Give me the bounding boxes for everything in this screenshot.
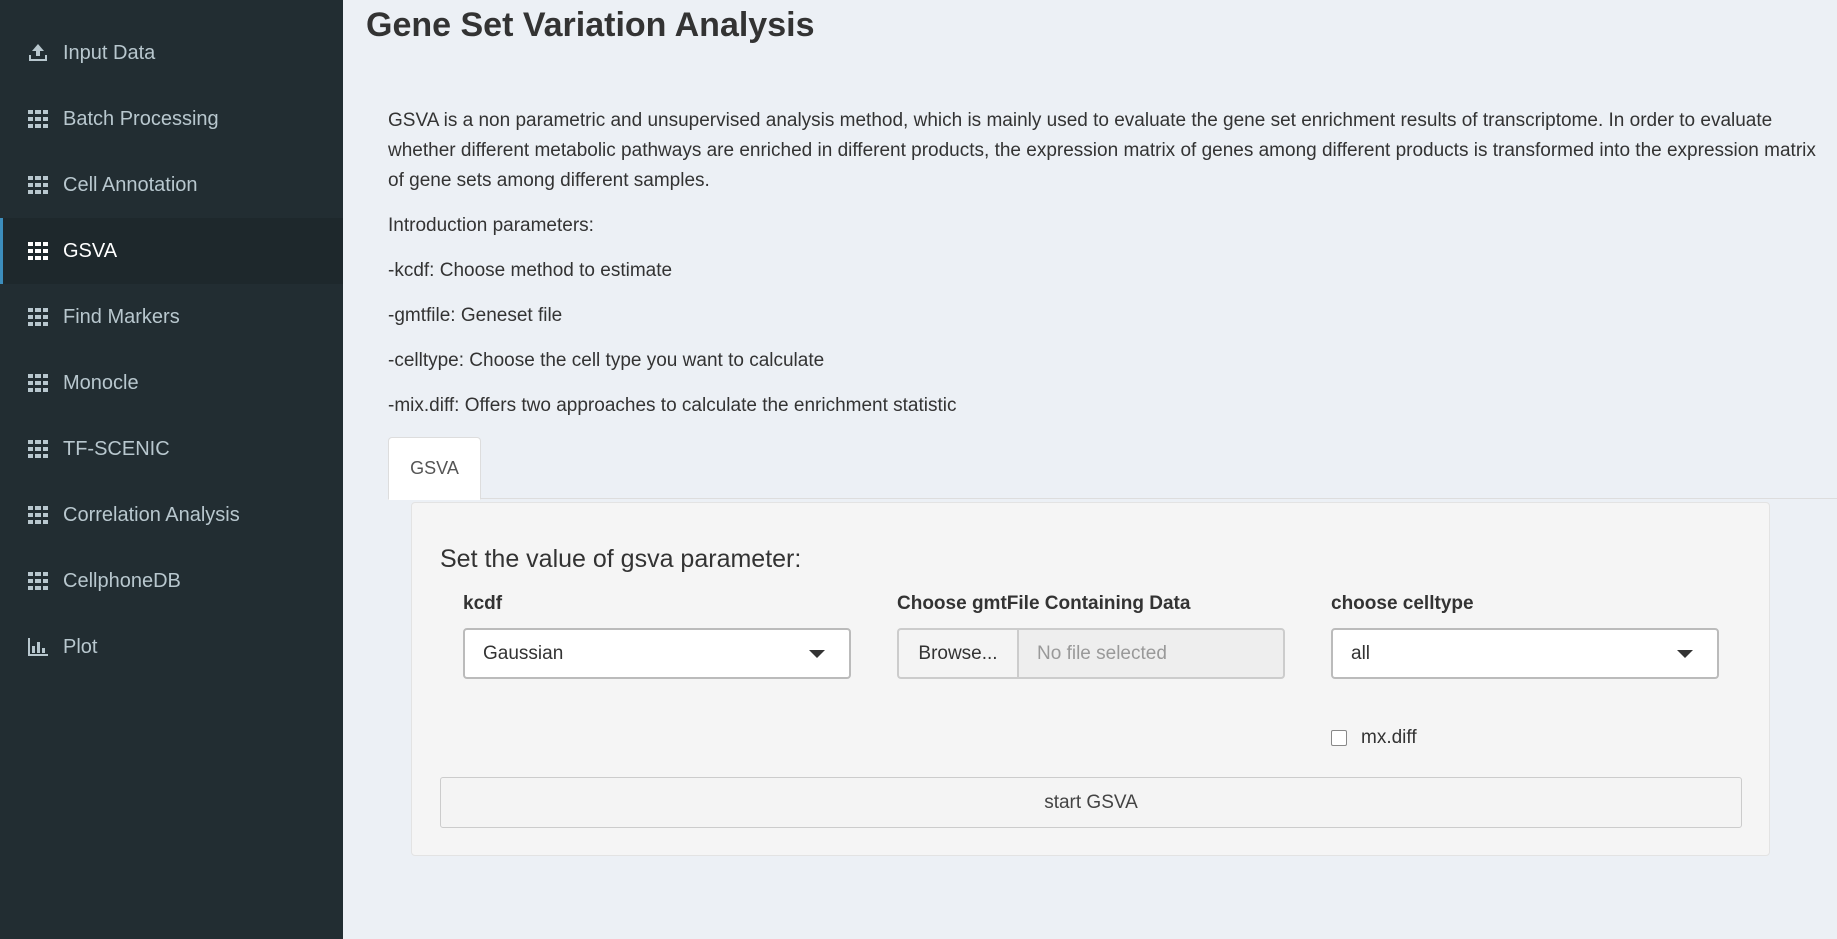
sidebar-item-label: Plot <box>63 635 98 658</box>
param-mixdiff: -mix.diff: Offers two approaches to calc… <box>388 395 957 416</box>
celltype-select-value: all <box>1351 642 1371 664</box>
celltype-label: choose celltype <box>1331 593 1474 614</box>
kcdf-select-value: Gaussian <box>483 642 564 664</box>
page-title: Gene Set Variation Analysis <box>366 6 815 44</box>
start-gsva-button[interactable]: start GSVA <box>440 777 1742 828</box>
sidebar-item-gsva[interactable]: GSVA <box>0 218 343 284</box>
grid-icon <box>27 240 49 262</box>
mxdiff-row: mx.diff <box>1331 727 1417 749</box>
description-section: GSVA is a non parametric and unsupervise… <box>388 106 1828 436</box>
upload-icon <box>27 42 49 64</box>
sidebar-item-label: Monocle <box>63 371 139 394</box>
sidebar-item-batch-processing[interactable]: Batch Processing <box>0 86 343 152</box>
sidebar-item-label: GSVA <box>63 239 118 262</box>
sidebar-item-cellphonedb[interactable]: CellphoneDB <box>0 548 343 614</box>
sidebar-item-find-markers[interactable]: Find Markers <box>0 284 343 350</box>
main-content: Gene Set Variation Analysis GSVA is a no… <box>343 0 1837 939</box>
mxdiff-checkbox[interactable] <box>1331 730 1347 746</box>
kcdf-label: kcdf <box>463 593 503 614</box>
tab-bar: GSVA <box>388 437 1837 500</box>
tab-gsva[interactable]: GSVA <box>388 437 481 500</box>
kcdf-select[interactable]: Gaussian <box>463 628 851 679</box>
grid-icon <box>27 372 49 394</box>
param-gmtfile: -gmtfile: Geneset file <box>388 305 563 326</box>
grid-icon <box>27 438 49 460</box>
browse-button[interactable]: Browse... <box>897 628 1017 679</box>
grid-icon <box>27 108 49 130</box>
sidebar-item-label: Batch Processing <box>63 107 219 130</box>
gmtfile-input[interactable]: No file selected <box>1017 628 1285 679</box>
gsva-parameter-panel: Set the value of gsva parameter: kcdf Ga… <box>411 502 1770 856</box>
grid-icon <box>27 174 49 196</box>
sidebar-item-label: Find Markers <box>63 305 180 328</box>
sidebar-item-input-data[interactable]: Input Data <box>0 20 343 86</box>
grid-icon <box>27 306 49 328</box>
mxdiff-label: mx.diff <box>1361 727 1417 748</box>
sidebar-item-label: TF-SCENIC <box>63 437 170 460</box>
sidebar-item-cell-annotation[interactable]: Cell Annotation <box>0 152 343 218</box>
intro-heading: Introduction parameters: <box>388 215 594 236</box>
description-text: GSVA is a non parametric and unsupervise… <box>388 110 1816 191</box>
celltype-select[interactable]: all <box>1331 628 1719 679</box>
sidebar-item-correlation-analysis[interactable]: Correlation Analysis <box>0 482 343 548</box>
bar-chart-icon <box>27 636 49 658</box>
sidebar-item-label: Correlation Analysis <box>63 503 240 526</box>
chevron-down-icon <box>1677 650 1693 658</box>
param-celltype: -celltype: Choose the cell type you want… <box>388 350 825 371</box>
grid-icon <box>27 504 49 526</box>
sidebar-item-tf-scenic[interactable]: TF-SCENIC <box>0 416 343 482</box>
panel-heading: Set the value of gsva parameter: <box>440 545 802 573</box>
sidebar-item-monocle[interactable]: Monocle <box>0 350 343 416</box>
param-kcdf: -kcdf: Choose method to estimate <box>388 260 673 281</box>
chevron-down-icon <box>809 650 825 658</box>
sidebar-item-label: Cell Annotation <box>63 173 198 196</box>
sidebar: Input Data Batch Processing Cell Annotat… <box>0 0 343 939</box>
grid-icon <box>27 570 49 592</box>
sidebar-item-label: Input Data <box>63 41 156 64</box>
gmtfile-label: Choose gmtFile Containing Data <box>897 593 1191 614</box>
sidebar-item-plot[interactable]: Plot <box>0 614 343 680</box>
sidebar-item-label: CellphoneDB <box>63 569 181 592</box>
